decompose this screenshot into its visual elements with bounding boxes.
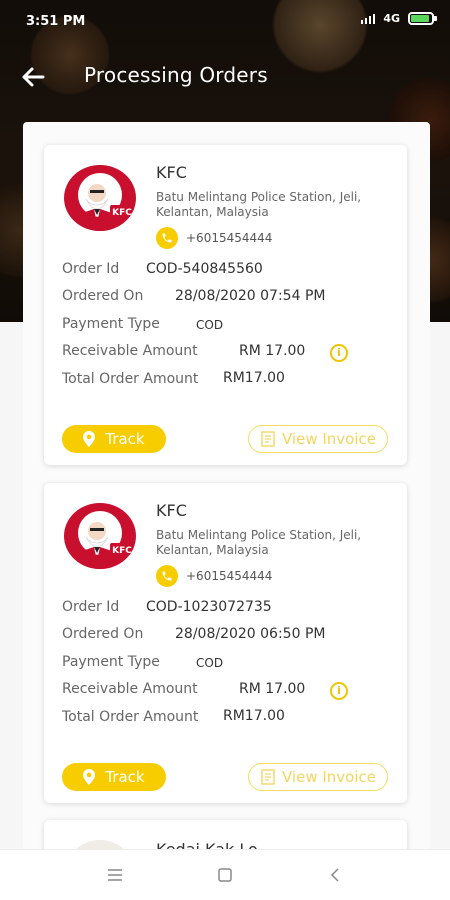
location-pin-icon xyxy=(83,431,96,447)
order-id-row: Order Id COD-540845560 xyxy=(62,261,263,277)
location-pin-icon xyxy=(83,769,96,785)
chevron-left-icon xyxy=(330,868,339,882)
square-icon xyxy=(218,868,232,882)
system-nav-bar xyxy=(0,850,450,900)
total-value: RM17.00 xyxy=(223,370,285,386)
nav-home-button[interactable] xyxy=(210,860,240,890)
status-time: 3:51 PM xyxy=(26,14,86,29)
track-button[interactable]: Track xyxy=(62,763,166,791)
ordered-on-row: Ordered On 28/08/2020 06:50 PM xyxy=(62,626,325,642)
payment-type-label: Payment Type xyxy=(62,316,160,332)
info-icon[interactable]: i xyxy=(330,344,348,362)
ordered-on-label: Ordered On xyxy=(62,288,144,304)
page-title: Processing Orders xyxy=(84,63,268,87)
receipt-icon xyxy=(261,769,275,785)
logo-text: KFC xyxy=(112,208,132,218)
view-invoice-label: View Invoice xyxy=(282,430,376,448)
payment-type-value: COD xyxy=(196,656,224,670)
receivable-row: Receivable Amount RM 17.00 xyxy=(62,681,305,697)
ordered-on-label: Ordered On xyxy=(62,626,144,642)
total-row: Total Order Amount RM17.00 xyxy=(62,370,285,388)
restaurant-logo: KFC xyxy=(64,165,136,231)
ordered-on-value: 28/08/2020 07:54 PM xyxy=(175,288,326,304)
menu-icon xyxy=(108,869,122,881)
order-id-row: Order Id COD-1023072735 xyxy=(62,599,272,615)
order-id-label: Order Id xyxy=(62,599,120,615)
total-label: Total Order Amount xyxy=(62,371,199,387)
total-value: RM17.00 xyxy=(223,708,285,724)
restaurant-name: KFC xyxy=(156,163,187,182)
receivable-label: Receivable Amount xyxy=(62,681,198,697)
receipt-icon xyxy=(261,431,275,447)
ordered-on-value: 28/08/2020 06:50 PM xyxy=(175,626,326,642)
payment-type-row: Payment Type COD xyxy=(62,316,223,332)
signal-icon xyxy=(361,13,376,24)
logo-text: KFC xyxy=(112,546,132,556)
total-row: Total Order Amount RM17.00 xyxy=(62,708,285,726)
info-icon[interactable]: i xyxy=(330,682,348,700)
phone-row[interactable]: +6015454444 xyxy=(156,565,272,587)
total-label: Total Order Amount xyxy=(62,709,199,725)
view-invoice-button[interactable]: View Invoice xyxy=(248,763,388,791)
order-id-label: Order Id xyxy=(62,261,120,277)
order-card: KFC KFC Batu Melintang Police Station, J… xyxy=(44,145,407,465)
phone-icon[interactable] xyxy=(156,565,178,587)
restaurant-address: Batu Melintang Police Station, Jeli, Kel… xyxy=(156,528,362,557)
track-label: Track xyxy=(105,768,145,786)
receivable-value: RM 17.00 xyxy=(239,681,306,697)
arrow-left-icon xyxy=(22,67,45,87)
view-invoice-label: View Invoice xyxy=(282,768,376,786)
app-bar: Processing Orders xyxy=(0,52,450,100)
ordered-on-row: Ordered On 28/08/2020 07:54 PM xyxy=(62,288,325,304)
order-id-value: COD-540845560 xyxy=(146,261,263,277)
payment-type-value: COD xyxy=(196,318,224,332)
order-id-value: COD-1023072735 xyxy=(146,599,272,615)
network-type: 4G xyxy=(383,12,400,25)
battery-icon xyxy=(408,12,437,25)
phone-row[interactable]: +6015454444 xyxy=(156,227,272,249)
status-bar: 3:51 PM 4G xyxy=(0,0,450,44)
receivable-row: Receivable Amount RM 17.00 xyxy=(62,343,305,359)
order-card: KFC KFC Batu Melintang Police Station, J… xyxy=(44,483,407,803)
restaurant-name: KFC xyxy=(156,501,187,520)
nav-back-button[interactable] xyxy=(320,860,350,890)
nav-menu-button[interactable] xyxy=(100,860,130,890)
view-invoice-button[interactable]: View Invoice xyxy=(248,425,388,453)
status-icons: 4G xyxy=(361,12,437,25)
receivable-value: RM 17.00 xyxy=(239,343,306,359)
payment-type-row: Payment Type COD xyxy=(62,654,223,670)
payment-type-label: Payment Type xyxy=(62,654,160,670)
phone-number[interactable]: +6015454444 xyxy=(186,231,272,245)
restaurant-logo: KFC xyxy=(64,503,136,569)
receivable-label: Receivable Amount xyxy=(62,343,198,359)
phone-number[interactable]: +6015454444 xyxy=(186,569,272,583)
track-button[interactable]: Track xyxy=(62,425,166,453)
track-label: Track xyxy=(105,430,145,448)
back-button[interactable] xyxy=(18,62,48,92)
restaurant-address: Batu Melintang Police Station, Jeli, Kel… xyxy=(156,190,362,219)
phone-icon[interactable] xyxy=(156,227,178,249)
